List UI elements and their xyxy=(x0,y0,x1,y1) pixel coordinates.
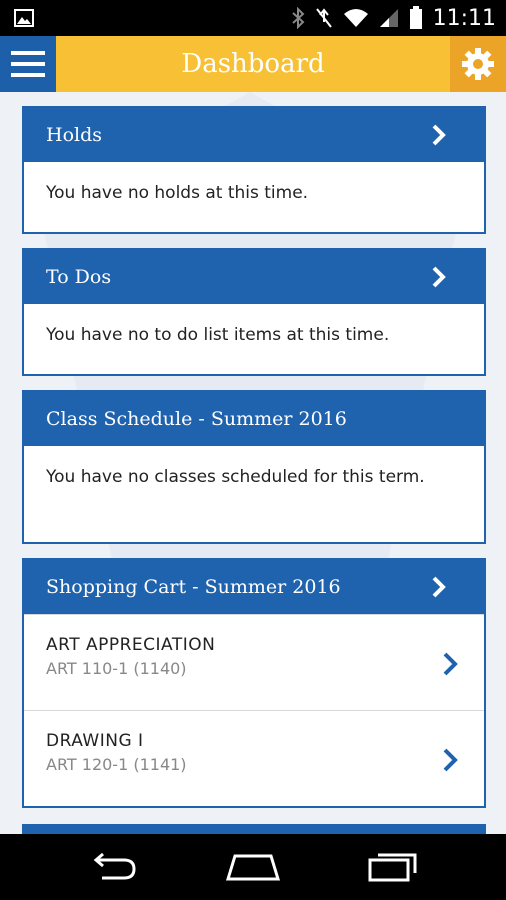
battery-icon xyxy=(409,6,422,29)
status-bar: 11:11 xyxy=(0,0,506,36)
gallery-notification-icon xyxy=(14,9,34,27)
chevron-right-icon xyxy=(432,266,446,288)
recents-icon xyxy=(368,853,417,882)
wifi-icon xyxy=(343,9,368,27)
cart-item-code: ART 110-1 (1140) xyxy=(46,659,187,678)
chevron-right-icon xyxy=(443,652,458,676)
app-bar: Dashboard xyxy=(0,36,506,92)
signal-icon xyxy=(379,9,398,27)
hamburger-icon xyxy=(11,51,45,77)
class-schedule-card-header: Class Schedule - Summer 2016 xyxy=(24,392,484,446)
shopping-cart-card: Shopping Cart - Summer 2016 ART APPRECIA… xyxy=(22,558,486,808)
dashboard-content[interactable]: Holds You have no holds at this time. To… xyxy=(0,92,506,834)
class-schedule-message: You have no classes scheduled for this t… xyxy=(46,467,425,487)
todos-card: To Dos You have no to do list items at t… xyxy=(22,248,486,376)
cart-item-name: DRAWING I xyxy=(46,731,144,751)
holds-card-header[interactable]: Holds xyxy=(24,108,484,162)
back-icon xyxy=(93,852,136,880)
chevron-right-icon xyxy=(432,124,446,146)
todos-card-title: To Dos xyxy=(46,266,112,288)
cart-item-art-appreciation[interactable]: ART APPRECIATION ART 110-1 (1140) xyxy=(24,614,484,710)
cart-item-code: ART 120-1 (1141) xyxy=(46,755,187,774)
page-title: Dashboard xyxy=(181,49,325,79)
cart-item-drawing-i[interactable]: DRAWING I ART 120-1 (1141) xyxy=(24,710,484,806)
holds-card-title: Holds xyxy=(46,124,102,146)
home-button[interactable] xyxy=(223,848,283,886)
back-button[interactable] xyxy=(83,848,143,886)
home-icon xyxy=(225,854,281,881)
class-schedule-card-title: Class Schedule - Summer 2016 xyxy=(46,408,347,430)
mute-icon xyxy=(315,8,332,28)
next-card-partial xyxy=(22,824,486,834)
next-card-header[interactable] xyxy=(24,826,484,834)
chevron-right-icon xyxy=(432,576,446,598)
todos-card-header[interactable]: To Dos xyxy=(24,250,484,304)
system-nav-bar xyxy=(0,834,506,900)
clock: 11:11 xyxy=(432,5,496,31)
gear-icon xyxy=(462,48,494,80)
recents-button[interactable] xyxy=(363,848,423,886)
bluetooth-icon xyxy=(291,7,305,29)
shopping-cart-card-title: Shopping Cart - Summer 2016 xyxy=(46,576,341,598)
cart-item-name: ART APPRECIATION xyxy=(46,635,216,655)
holds-message: You have no holds at this time. xyxy=(46,183,309,203)
settings-button[interactable] xyxy=(450,36,506,92)
holds-card: Holds You have no holds at this time. xyxy=(22,106,486,234)
class-schedule-card: Class Schedule - Summer 2016 You have no… xyxy=(22,390,486,544)
chevron-right-icon xyxy=(443,748,458,772)
shopping-cart-card-header[interactable]: Shopping Cart - Summer 2016 xyxy=(24,560,484,614)
menu-button[interactable] xyxy=(0,36,56,92)
status-icons: 11:11 xyxy=(291,0,496,36)
todos-message: You have no to do list items at this tim… xyxy=(46,325,390,345)
